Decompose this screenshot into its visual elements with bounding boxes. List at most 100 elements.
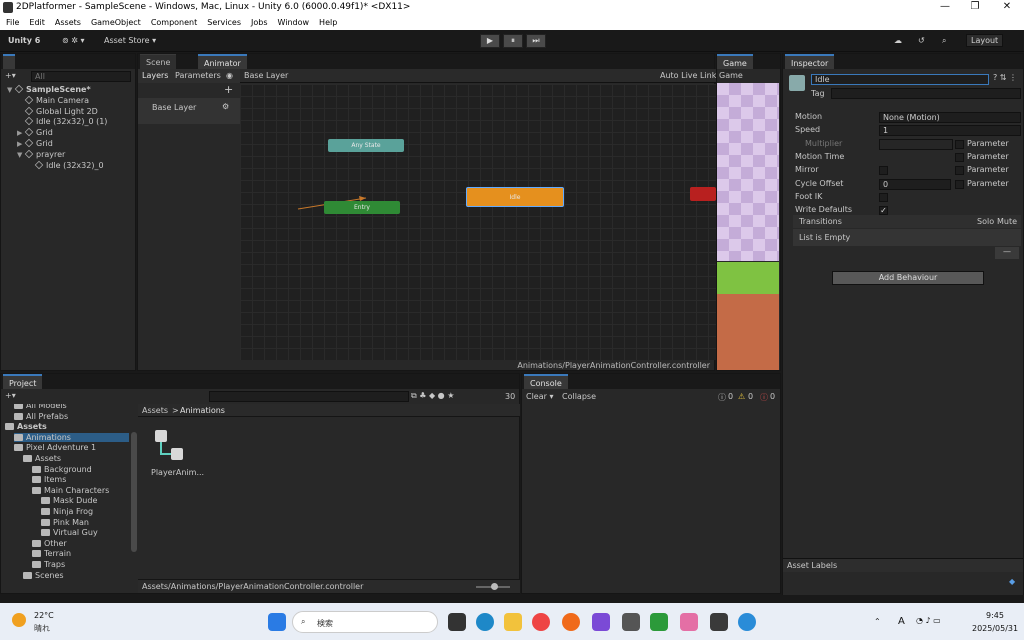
label-tag-icon[interactable]: ◆ [1009,577,1015,586]
breadcrumb[interactable]: Base Layer [244,71,288,80]
chrome-icon[interactable] [532,613,550,631]
zoom-slider-handle[interactable] [491,583,498,590]
step-button[interactable]: ⏭ [526,34,546,48]
expand-arrow-icon[interactable]: ▶ [17,129,25,137]
info-icon[interactable]: ⓘ [718,392,726,403]
tab-parameters[interactable]: Parameters [175,71,221,80]
project-tree-item[interactable]: Background [32,465,92,474]
project-tree-item[interactable]: Mask Dude [41,496,97,505]
hierarchy-item[interactable]: ▼ SampleScene* [7,84,91,94]
project-tree-item[interactable]: Animations [14,432,129,442]
visual-studio-icon[interactable] [592,613,610,631]
weather-condition[interactable]: 晴れ [34,623,50,634]
tab-scene[interactable]: Scene [140,54,177,69]
tab-hierarchy[interactable] [3,54,15,69]
clear-button[interactable]: Clear ▾ [526,392,553,401]
state-name-input[interactable]: Idle [811,74,989,85]
warning-icon[interactable]: ⚠ [738,392,745,401]
hierarchy-item[interactable]: Idle (32x32)_0 (1) [17,117,107,126]
hierarchy-search-input[interactable]: All [31,71,131,82]
hierarchy-item[interactable]: ▶ Grid [17,138,53,148]
breadcrumb-assets[interactable]: Assets [142,406,168,415]
project-tree-item[interactable]: All Models [14,404,67,410]
node-idle[interactable]: Idle [466,187,564,207]
property-checkbox[interactable]: ✓ [879,206,888,216]
project-tree-item[interactable]: Pink Man [41,518,89,527]
cloud-icon[interactable]: ☁ [894,36,902,45]
globe-icon[interactable] [738,613,756,631]
property-checkbox[interactable] [879,192,888,202]
start-icon[interactable] [268,613,286,631]
breadcrumb-animations[interactable]: Animations [180,406,225,415]
tag-input[interactable] [831,88,1021,99]
clock-time[interactable]: 9:45 [986,611,1004,620]
weather-icon[interactable] [12,613,26,627]
asset-store-button[interactable]: Asset Store ▾ [104,36,156,45]
history-icon[interactable]: ↺ [918,36,925,45]
tab-console[interactable]: Console [524,374,568,389]
property-field[interactable]: 0 [879,178,951,190]
parameter-checkbox[interactable] [955,152,964,162]
property-checkbox[interactable] [879,166,888,176]
project-add-button[interactable]: +▾ [5,391,16,400]
tab-project[interactable]: Project [3,374,43,389]
menu-item-file[interactable]: File [6,16,19,29]
network-icon[interactable]: ◔ ♪ ▭ [916,616,941,625]
menu-item-component[interactable]: Component [151,16,197,29]
project-tree-item[interactable]: Pixel Adventure 1 [14,443,96,452]
project-search-input[interactable] [209,391,409,402]
layer-item-base[interactable]: Base Layer [152,103,196,112]
menu-item-help[interactable]: Help [319,16,337,29]
property-field[interactable] [879,138,953,150]
project-tree-item[interactable]: All Prefabs [14,412,68,421]
project-tree-item[interactable]: Traps [32,560,65,569]
search-icon[interactable]: ⌕ [942,36,946,46]
hierarchy-add-button[interactable]: +▾ [5,71,16,80]
add-behaviour-button[interactable]: Add Behaviour [832,271,984,285]
project-tree-scrollbar[interactable] [131,432,137,552]
property-field[interactable]: 1 [879,125,1021,137]
menu-item-services[interactable]: Services [207,16,241,29]
project-tree-item[interactable]: Other [32,539,67,548]
menu-item-window[interactable]: Window [278,16,310,29]
hierarchy-item[interactable]: Idle (32x32)_0 [27,160,104,170]
menu-item-gameobject[interactable]: GameObject [91,16,141,29]
project-tree-item[interactable]: Ninja Frog [41,507,93,516]
parameter-checkbox[interactable] [955,139,964,149]
tab-inspector[interactable]: Inspector [785,54,835,69]
animator-controller-icon[interactable] [149,426,189,466]
unity-editor-icon[interactable] [710,613,728,631]
menu-item-jobs[interactable]: Jobs [251,16,268,29]
close-button[interactable]: ✕ [992,1,1022,12]
project-tree-item[interactable]: Assets [5,422,47,431]
unity-hub-icon[interactable] [622,613,640,631]
help-icon[interactable]: ? ⇅ ⋮ [993,73,1017,82]
project-tree-item[interactable]: Scenes [23,571,64,580]
parameter-checkbox[interactable] [955,179,964,189]
project-tree-item[interactable]: Terrain [32,549,71,558]
hierarchy-item[interactable]: Main Camera [17,95,89,105]
taskview-icon[interactable] [448,613,466,631]
node-entry[interactable]: Entry [324,201,400,214]
account-button[interactable]: ⊚ ✲ ▾ [62,36,85,45]
play-button[interactable]: ▶ [480,34,500,48]
edge-icon[interactable] [476,613,494,631]
animator-graph[interactable]: Any State Entry Idle [240,84,716,360]
menu-item-edit[interactable]: Edit [29,16,45,29]
remove-transition-button[interactable]: — [995,247,1019,259]
hierarchy-item[interactable]: Global Light 2D [17,106,98,116]
firefox-icon[interactable] [562,613,580,631]
taskbar-search[interactable]: ⌕ 検索 [292,611,438,633]
node-any-state[interactable]: Any State [328,139,404,152]
tab-game[interactable]: Game [717,54,753,69]
filter-icons[interactable]: ⧉ ♣ ◆ ● ★ [411,391,454,401]
maximize-button[interactable]: ❐ [960,1,990,12]
parameter-checkbox[interactable] [955,166,964,176]
asset-item-label[interactable]: PlayerAnim... [151,468,204,477]
tray-chevron-icon[interactable]: ⌃ [874,617,881,626]
property-field[interactable]: None (Motion) [879,112,1021,123]
expand-arrow-icon[interactable]: ▶ [17,140,25,148]
expand-arrow-icon[interactable]: ▼ [17,151,25,159]
auto-live-link-button[interactable]: Auto Live Link [660,71,716,80]
tab-layers[interactable]: Layers [142,71,168,80]
